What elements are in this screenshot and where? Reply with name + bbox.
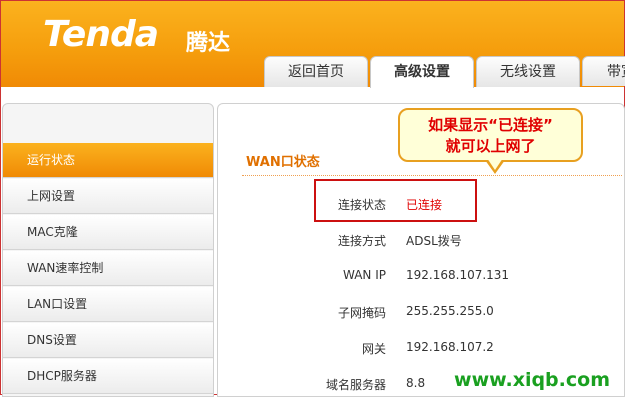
section-title: WAN口状态 bbox=[246, 155, 320, 170]
callout-line-2: 就可以上网了 bbox=[445, 137, 536, 155]
row-label-subnet-mask: 子网掩码 bbox=[337, 306, 386, 320]
tab-advanced-settings[interactable]: 高级设置 bbox=[370, 56, 474, 88]
row-value-subnet-mask: 255.255.255.0 bbox=[406, 304, 494, 318]
sidebar-item-mac-clone[interactable]: MAC克隆 bbox=[3, 215, 213, 250]
watermark: www.xiqb.com bbox=[454, 369, 610, 391]
tenda-logo-cn: 腾达 bbox=[186, 31, 231, 56]
row-label-connection-type: 连接方式 bbox=[337, 234, 386, 248]
row-value-gateway: 192.168.107.2 bbox=[406, 340, 494, 354]
callout-tail-inner bbox=[487, 158, 503, 170]
sidebar-item-dhcp-server[interactable]: DHCP服务器 bbox=[3, 359, 213, 394]
tab-bandwidth[interactable]: 带宽 bbox=[582, 56, 625, 86]
row-label-wan-ip: WAN IP bbox=[343, 268, 386, 282]
tenda-logo: Tenda bbox=[43, 14, 159, 55]
row-label-gateway: 网关 bbox=[361, 342, 386, 356]
annotation-callout: 如果显示“已连接” 就可以上网了 bbox=[398, 108, 583, 162]
row-value-connection-type: ADSL拨号 bbox=[406, 234, 462, 248]
section-divider bbox=[242, 175, 622, 176]
sidebar-item-dns-setup[interactable]: DNS设置 bbox=[3, 323, 213, 358]
row-label-connection-status: 连接状态 bbox=[337, 198, 386, 212]
row-value-wan-ip: 192.168.107.131 bbox=[406, 268, 510, 282]
row-label-dns-server: 域名服务器 bbox=[325, 378, 386, 392]
sidebar-item-wan-rate-control[interactable]: WAN速率控制 bbox=[3, 251, 213, 286]
tab-home[interactable]: 返回首页 bbox=[264, 56, 368, 87]
sidebar-item-lan-setup[interactable]: LAN口设置 bbox=[3, 287, 213, 322]
sidebar-item-run-status[interactable]: 运行状态 bbox=[3, 143, 213, 178]
callout-line-1: 如果显示“已连接” bbox=[428, 116, 553, 134]
row-value-dns-server: 8.8 bbox=[406, 376, 426, 390]
sidebar-item-internet-setup[interactable]: 上网设置 bbox=[3, 179, 213, 214]
tab-wireless-settings[interactable]: 无线设置 bbox=[476, 56, 580, 87]
sidebar: 运行状态 上网设置 MAC克隆 WAN速率控制 LAN口设置 DNS设置 DHC… bbox=[2, 103, 214, 397]
row-value-connection-status: 已连接 bbox=[406, 198, 443, 212]
